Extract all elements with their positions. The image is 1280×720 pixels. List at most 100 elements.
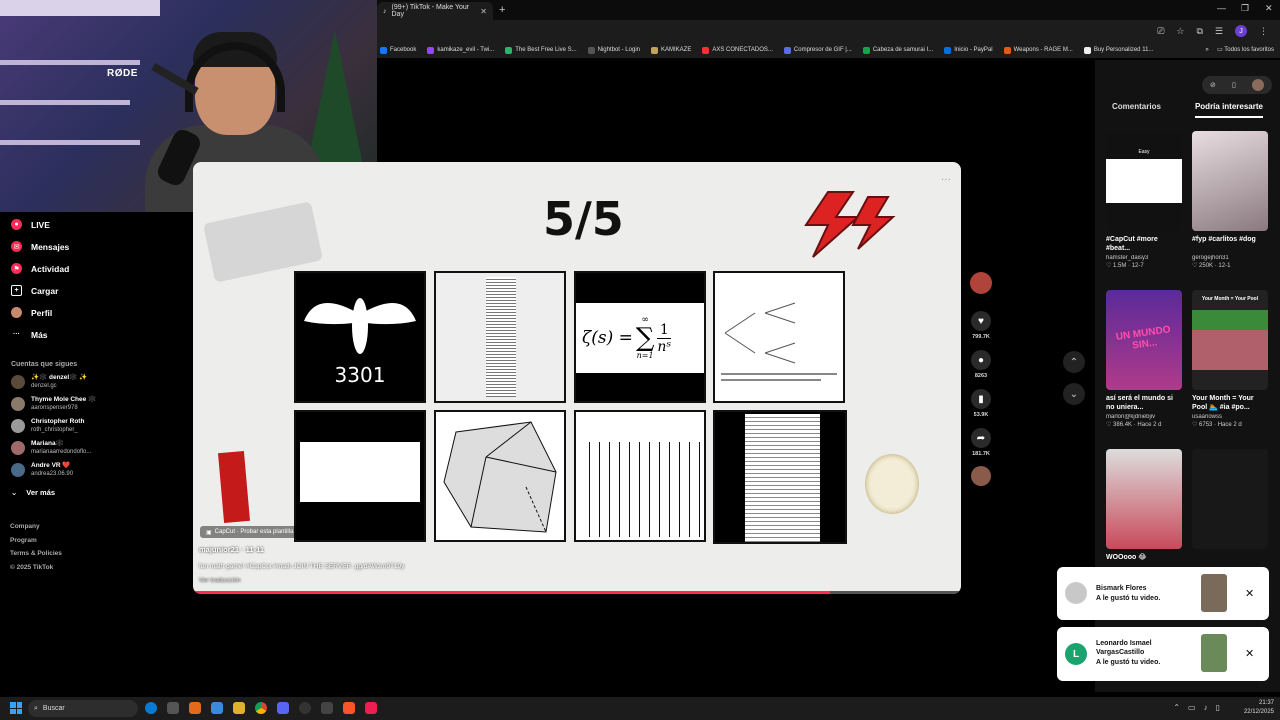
sound-avatar[interactable] [970,466,992,486]
tile-3301-text: 3301 [334,363,386,387]
bookmark[interactable]: Facebook [380,46,416,54]
video-more-icon[interactable]: ··· [941,174,951,185]
video-author[interactable]: majunior21 · 11-11 [199,545,264,554]
user-avatar[interactable] [1251,79,1264,91]
more-icon[interactable]: ⋮ [1259,26,1268,37]
like-button[interactable]: ♥ 799.7K [970,311,992,340]
suggested-video[interactable]: UN MUNDO SIN... así será el mundo si no … [1106,290,1182,428]
nav-profile[interactable]: Perfil [11,307,52,318]
following-account[interactable]: Christopher Roth roth_christopher_ [11,418,84,434]
next-video-button[interactable]: ⌄ [1063,383,1085,405]
compass-icon[interactable]: ⊘ [1210,81,1216,89]
bookmark[interactable]: KAMIKAZE [651,46,691,54]
bookmark[interactable]: Compresor de GIF |... [783,46,852,54]
footer-terms[interactable]: Terms & Policies [10,547,62,561]
bookmark[interactable]: Weapons - RAGE M... [1003,46,1073,54]
bookmark[interactable]: Cabeza de samurai I... [862,46,933,54]
browser-tab-bar: ♪ (99+) TikTok - Make Your Day ✕ + — ❐ ✕ [377,0,1280,20]
bookmark[interactable]: Nightbot - Login [587,46,640,54]
footer-company[interactable]: Company [10,520,62,534]
brave-icon[interactable] [343,702,355,714]
menu-icon[interactable]: ☰ [1215,26,1223,37]
following-account[interactable]: Andre VR ❤️ andrea23.06.90 [11,462,73,478]
network-icon[interactable]: ▭ [1188,703,1196,712]
file-explorer-icon[interactable] [233,702,245,714]
nav-live[interactable]: ● LIVE [11,219,50,230]
windows-start-icon[interactable] [10,702,22,714]
suggested-video[interactable]: Easy #CapCut #more #beat... hamster_dais… [1106,131,1182,269]
close-icon[interactable]: ✕ [1245,587,1254,600]
following-account[interactable]: ✨🕸️ denzel🕸️ ✨ denzel.gc [11,374,87,390]
edge-icon[interactable] [145,702,157,714]
profile-avatar[interactable]: J [1235,25,1247,37]
nav-messages[interactable]: ✉ Mensajes [11,241,69,252]
suggested-video[interactable]: #fyp #carlitos #dog gerogejhon31 ♡ 250K … [1192,131,1268,269]
bookmark-star-icon[interactable]: ☆ [1176,26,1184,37]
notification-toast[interactable]: Bismark Flores A le gustó tu video. ✕ [1057,567,1269,620]
video-caption: fun math game! #CapCut #math JOIN THE SE… [199,563,405,570]
previous-video-button[interactable]: ⌃ [1063,351,1085,373]
bookmark[interactable]: Buy Personalized 11... [1083,46,1153,54]
volume-icon[interactable]: ♪ [1204,703,1208,712]
tab-might-interest[interactable]: Podría interesarte [1194,102,1263,118]
video-thumbnail: Your Month = Your Pool [1192,290,1268,390]
suggested-video[interactable] [1192,449,1268,571]
phone-icon[interactable]: ▯ [1232,81,1236,89]
notification-toast[interactable]: L Leonardo Ismael VargasCastillo A le gu… [1057,627,1269,681]
following-account[interactable]: Mariana🕸️ marianaarredondoflo... [11,440,91,456]
share-button[interactable]: ➦ 181.7K [970,428,992,457]
footer-program[interactable]: Program [10,534,62,548]
comment-button[interactable]: ● 8263 [970,350,992,379]
bookmark[interactable]: Inicio - PayPal [944,46,993,54]
tab-comments[interactable]: Comentarios [1112,102,1161,118]
new-tab-button[interactable]: + [499,4,505,16]
following-account[interactable]: Thyme Mole Chee 🕸️ aaronspenser978 [11,396,96,412]
close-window-button[interactable]: ✕ [1265,3,1273,14]
close-tab-icon[interactable]: ✕ [480,7,487,16]
browser-tab-tiktok[interactable]: ♪ (99+) TikTok - Make Your Day ✕ [377,2,493,20]
discord-icon[interactable] [277,702,289,714]
app-icon[interactable] [321,702,333,714]
creator-avatar-icon [970,272,992,294]
facebook-icon [380,46,387,54]
clock[interactable]: 21:37 22/12/2025 [1244,699,1274,717]
more-dots-icon: ··· [13,331,20,338]
extensions-icon[interactable]: ⧉ [1196,26,1202,37]
taskbar-search[interactable]: ⌕ Buscar [28,700,138,717]
bookmark[interactable]: The Best Free Live S... [505,46,577,54]
cast-icon[interactable]: ⎚ [1157,26,1164,37]
tile-text-column [434,271,566,403]
comment-icon: ● [971,350,991,370]
video-player[interactable]: ··· 5/5 3301 ζ(s) = ∞ ∑ n=1 1 nˢ ▣ CapCu… [193,162,961,594]
more-bookmarks-icon[interactable]: » [1205,47,1208,53]
minimize-button[interactable]: — [1217,3,1226,13]
chrome-icon[interactable] [255,702,267,714]
app-icon[interactable] [167,702,179,714]
obs-icon[interactable] [299,702,311,714]
nav-more[interactable]: ··· Más [11,329,48,340]
video-thumbnail: Easy [1106,131,1182,231]
see-more-following[interactable]: ⌄ Ver más [11,488,55,497]
app-icon[interactable] [189,702,201,714]
nav-activity[interactable]: ⚑ Actividad [11,263,69,274]
creator-avatar[interactable] [970,272,992,294]
bookmark[interactable]: AXS CONECTADOS... [702,46,773,54]
see-translation-link[interactable]: Ver traducción [199,577,241,584]
save-button[interactable]: ▮ 53.9K [970,389,992,418]
nav-upload[interactable]: + Cargar [11,285,58,296]
app-icon[interactable] [211,702,223,714]
video-progress-bar[interactable] [193,591,961,594]
shelf [0,0,160,16]
maximize-button[interactable]: ❐ [1241,3,1249,14]
all-bookmarks[interactable]: » ▭ Todos los favoritos [1205,46,1274,53]
footer-copyright: © 2025 TikTok [10,563,54,571]
suggested-video[interactable]: Your Month = Your Pool Your Month = Your… [1192,290,1268,428]
chevron-up-icon[interactable]: ⌃ [1173,703,1180,712]
tiktok-icon: ♪ [383,7,387,15]
capcut-template-button[interactable]: ▣ CapCut · Probar esta plantilla [200,526,300,538]
close-icon[interactable]: ✕ [1245,647,1254,660]
suggested-video[interactable]: WOOooo 😂 [1106,449,1182,571]
bookmark[interactable]: kamikaze_evil - Twi... [427,46,494,54]
battery-icon[interactable]: ▯ [1216,703,1220,712]
tiktok-app-icon[interactable] [365,702,377,714]
